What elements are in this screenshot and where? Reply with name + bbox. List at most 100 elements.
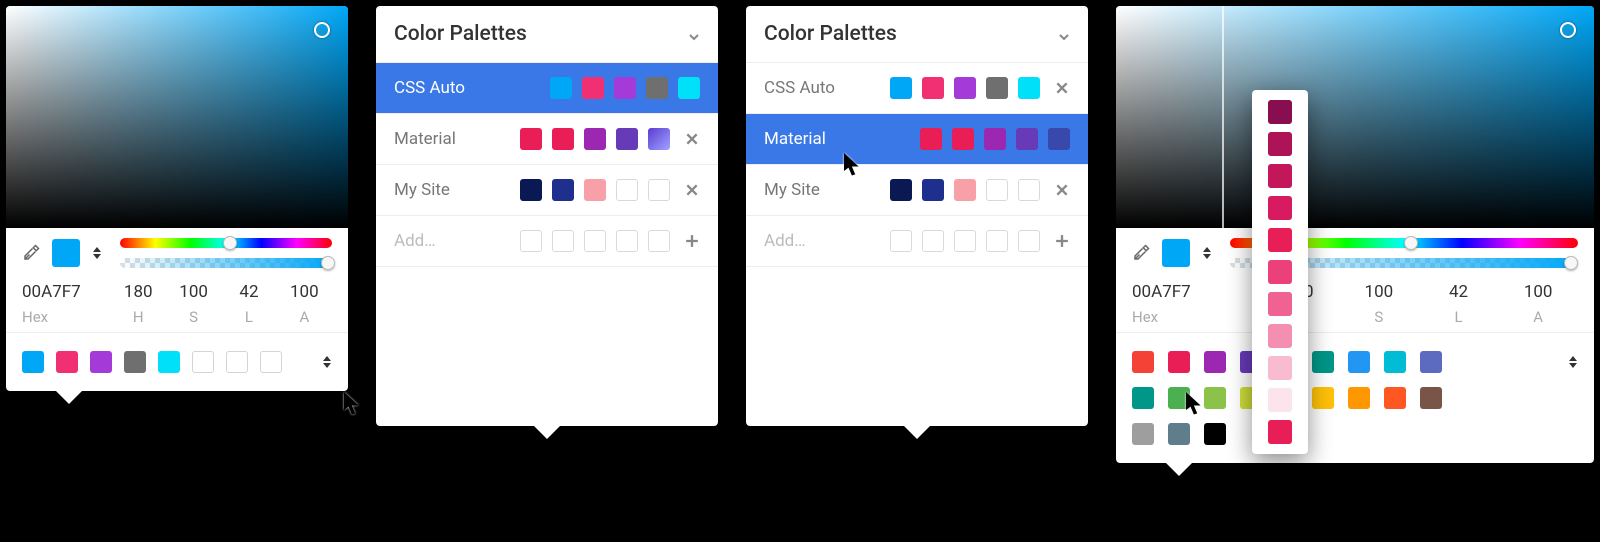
- material-swatch[interactable]: [1168, 351, 1190, 373]
- mini-swatch[interactable]: [922, 77, 944, 99]
- palette-row-material[interactable]: Material: [376, 114, 718, 165]
- palette-page-stepper[interactable]: [322, 356, 332, 368]
- shade-swatch[interactable]: [1268, 356, 1292, 380]
- material-swatch[interactable]: [1204, 387, 1226, 409]
- mini-swatch[interactable]: [890, 179, 912, 201]
- material-swatch[interactable]: [1132, 387, 1154, 409]
- hex-value[interactable]: 00A7F7: [1132, 282, 1259, 302]
- mini-swatch-empty[interactable]: [954, 230, 976, 252]
- palette-row-css-auto[interactable]: CSS Auto: [746, 63, 1088, 114]
- mini-swatch[interactable]: [920, 128, 942, 150]
- s-value[interactable]: 100: [1339, 282, 1419, 302]
- material-swatch[interactable]: [1384, 351, 1406, 373]
- mini-swatch-empty[interactable]: [986, 179, 1008, 201]
- mini-swatch[interactable]: [890, 77, 912, 99]
- mini-swatch[interactable]: [552, 128, 574, 150]
- mini-swatch[interactable]: [986, 77, 1008, 99]
- chevron-down-icon[interactable]: [1058, 28, 1070, 40]
- palette-swatch-empty[interactable]: [226, 351, 248, 373]
- close-icon[interactable]: [1054, 182, 1070, 198]
- palette-row-css-auto[interactable]: CSS Auto: [376, 63, 718, 114]
- mini-swatch[interactable]: [1018, 77, 1040, 99]
- mini-swatch[interactable]: [520, 128, 542, 150]
- sv-picker-thumb[interactable]: [1560, 22, 1576, 38]
- close-icon[interactable]: [684, 131, 700, 147]
- plus-icon[interactable]: [684, 233, 700, 249]
- mini-swatch[interactable]: [922, 179, 944, 201]
- hue-slider-thumb[interactable]: [1404, 236, 1418, 250]
- palette-row-add[interactable]: Add…: [746, 216, 1088, 267]
- material-swatch[interactable]: [1168, 423, 1190, 445]
- s-value[interactable]: 100: [166, 282, 221, 302]
- material-swatch[interactable]: [1204, 423, 1226, 445]
- material-swatch[interactable]: [1420, 387, 1442, 409]
- material-swatch[interactable]: [1420, 351, 1442, 373]
- mini-swatch[interactable]: [616, 128, 638, 150]
- color-mode-stepper[interactable]: [92, 242, 102, 264]
- mini-swatch-empty[interactable]: [616, 230, 638, 252]
- shade-swatch[interactable]: [1268, 100, 1292, 124]
- mini-swatch-gradient[interactable]: [648, 128, 670, 150]
- mini-swatch[interactable]: [678, 77, 700, 99]
- mini-swatch-empty[interactable]: [520, 230, 542, 252]
- mini-swatch-empty[interactable]: [552, 230, 574, 252]
- palette-page-stepper[interactable]: [1568, 356, 1578, 368]
- material-swatch[interactable]: [1348, 387, 1370, 409]
- a-value[interactable]: 100: [277, 282, 332, 302]
- shade-swatch[interactable]: [1268, 388, 1292, 412]
- shade-swatch[interactable]: [1268, 228, 1292, 252]
- shade-swatch[interactable]: [1268, 260, 1292, 284]
- shade-swatch[interactable]: [1268, 420, 1292, 444]
- mini-swatch[interactable]: [552, 179, 574, 201]
- plus-icon[interactable]: [1054, 233, 1070, 249]
- material-swatch[interactable]: [1348, 351, 1370, 373]
- palette-row-material[interactable]: Material: [746, 114, 1088, 165]
- shade-swatch[interactable]: [1268, 132, 1292, 156]
- mini-swatch-empty[interactable]: [986, 230, 1008, 252]
- palette-row-my-site[interactable]: My Site: [746, 165, 1088, 216]
- alpha-slider-thumb[interactable]: [321, 256, 335, 270]
- mini-swatch-empty[interactable]: [616, 179, 638, 201]
- palette-swatch-empty[interactable]: [192, 351, 214, 373]
- palette-swatch[interactable]: [22, 351, 44, 373]
- mini-swatch[interactable]: [954, 77, 976, 99]
- palette-swatch[interactable]: [90, 351, 112, 373]
- material-swatch[interactable]: [1132, 351, 1154, 373]
- palette-swatch-empty[interactable]: [260, 351, 282, 373]
- mini-swatch-empty[interactable]: [1018, 179, 1040, 201]
- palette-row-add[interactable]: Add…: [376, 216, 718, 267]
- mini-swatch[interactable]: [1048, 128, 1070, 150]
- mini-swatch[interactable]: [584, 128, 606, 150]
- mini-swatch[interactable]: [984, 128, 1006, 150]
- h-value[interactable]: 180: [111, 282, 166, 302]
- shade-swatch[interactable]: [1268, 292, 1292, 316]
- mini-swatch-empty[interactable]: [584, 230, 606, 252]
- mini-swatch[interactable]: [954, 179, 976, 201]
- sv-picker-thumb[interactable]: [314, 22, 330, 38]
- close-icon[interactable]: [684, 182, 700, 198]
- mini-swatch-empty[interactable]: [922, 230, 944, 252]
- l-value[interactable]: 42: [1419, 282, 1499, 302]
- l-value[interactable]: 42: [221, 282, 276, 302]
- palette-swatch[interactable]: [158, 351, 180, 373]
- palette-swatch[interactable]: [124, 351, 146, 373]
- mini-swatch[interactable]: [952, 128, 974, 150]
- close-icon[interactable]: [1054, 80, 1070, 96]
- material-swatch[interactable]: [1132, 423, 1154, 445]
- color-mode-stepper[interactable]: [1202, 242, 1212, 264]
- a-value[interactable]: 100: [1498, 282, 1578, 302]
- mini-swatch-empty[interactable]: [648, 179, 670, 201]
- mini-swatch[interactable]: [582, 77, 604, 99]
- material-swatch[interactable]: [1384, 387, 1406, 409]
- mini-swatch[interactable]: [614, 77, 636, 99]
- mini-swatch-empty[interactable]: [1018, 230, 1040, 252]
- mini-swatch-empty[interactable]: [648, 230, 670, 252]
- material-swatch[interactable]: [1312, 387, 1334, 409]
- alpha-slider[interactable]: [120, 258, 332, 268]
- shade-swatch[interactable]: [1268, 196, 1292, 220]
- shade-swatch[interactable]: [1268, 324, 1292, 348]
- chevron-down-icon[interactable]: [688, 28, 700, 40]
- saturation-value-area[interactable]: [1116, 6, 1594, 228]
- mini-swatch[interactable]: [1016, 128, 1038, 150]
- alpha-slider-thumb[interactable]: [1564, 256, 1578, 270]
